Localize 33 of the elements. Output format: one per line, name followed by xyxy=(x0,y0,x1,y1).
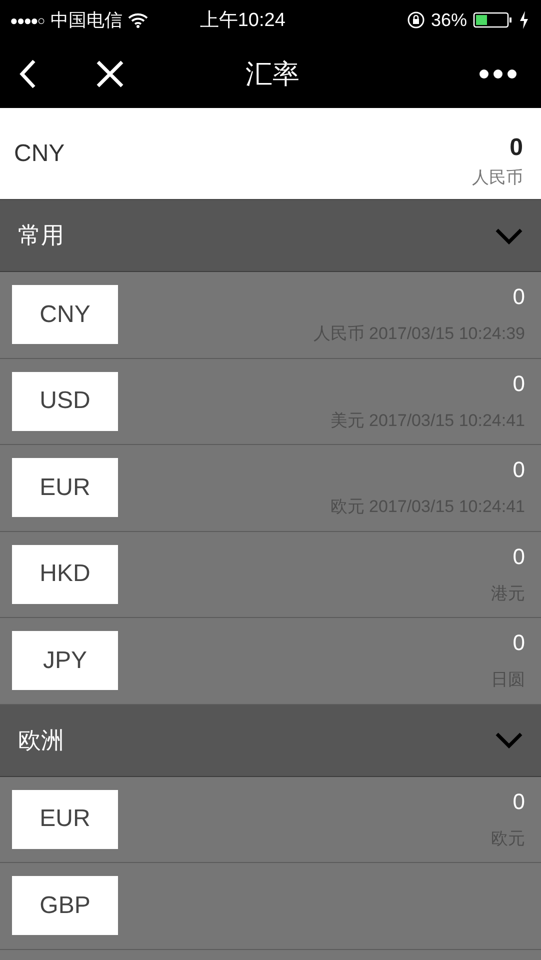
converted-amount: 0 xyxy=(512,284,525,310)
battery-icon xyxy=(473,12,513,28)
converted-amount: 0 xyxy=(512,457,525,484)
group-header[interactable]: 欧洲 xyxy=(0,704,541,776)
converted-amount: 0 xyxy=(512,544,525,570)
chevron-icon xyxy=(494,731,524,749)
converted-amount: 0 xyxy=(512,370,525,397)
carrier-name: 中国电信 xyxy=(50,9,122,32)
rotation-lock-icon xyxy=(406,11,425,29)
group-header[interactable]: 常用 xyxy=(0,200,541,272)
currency-code-button[interactable]: CNY xyxy=(12,285,118,344)
chevron-icon xyxy=(494,226,524,244)
converted-amount: 0 xyxy=(512,630,525,656)
currency-code-button[interactable]: EUR xyxy=(12,790,118,849)
wifi-icon xyxy=(128,12,148,28)
signal-strength: ●●●●○ xyxy=(10,12,44,28)
close-icon[interactable] xyxy=(96,60,124,88)
currency-code-button[interactable]: JPY xyxy=(12,631,118,690)
currency-code-button[interactable]: HKD xyxy=(12,544,118,604)
currency-code-button[interactable]: EUR xyxy=(12,458,118,518)
currency-row[interactable]: GBP xyxy=(0,863,541,950)
base-currency-code[interactable]: CNY xyxy=(14,140,65,168)
charging-icon xyxy=(519,11,529,29)
currency-code-button[interactable]: USD xyxy=(12,372,118,431)
clock-time: 上午10:24 xyxy=(198,9,286,33)
currency-code-button[interactable]: GBP xyxy=(12,876,118,936)
more-icon[interactable] xyxy=(479,69,517,79)
converted-amount: 0 xyxy=(512,788,525,815)
back-icon[interactable] xyxy=(18,59,38,89)
base-currency-name: 人民币 xyxy=(472,167,523,189)
page-title: 汇率 xyxy=(244,58,300,91)
battery-percent: 36% xyxy=(430,10,467,30)
base-amount[interactable]: 0 xyxy=(510,134,523,162)
